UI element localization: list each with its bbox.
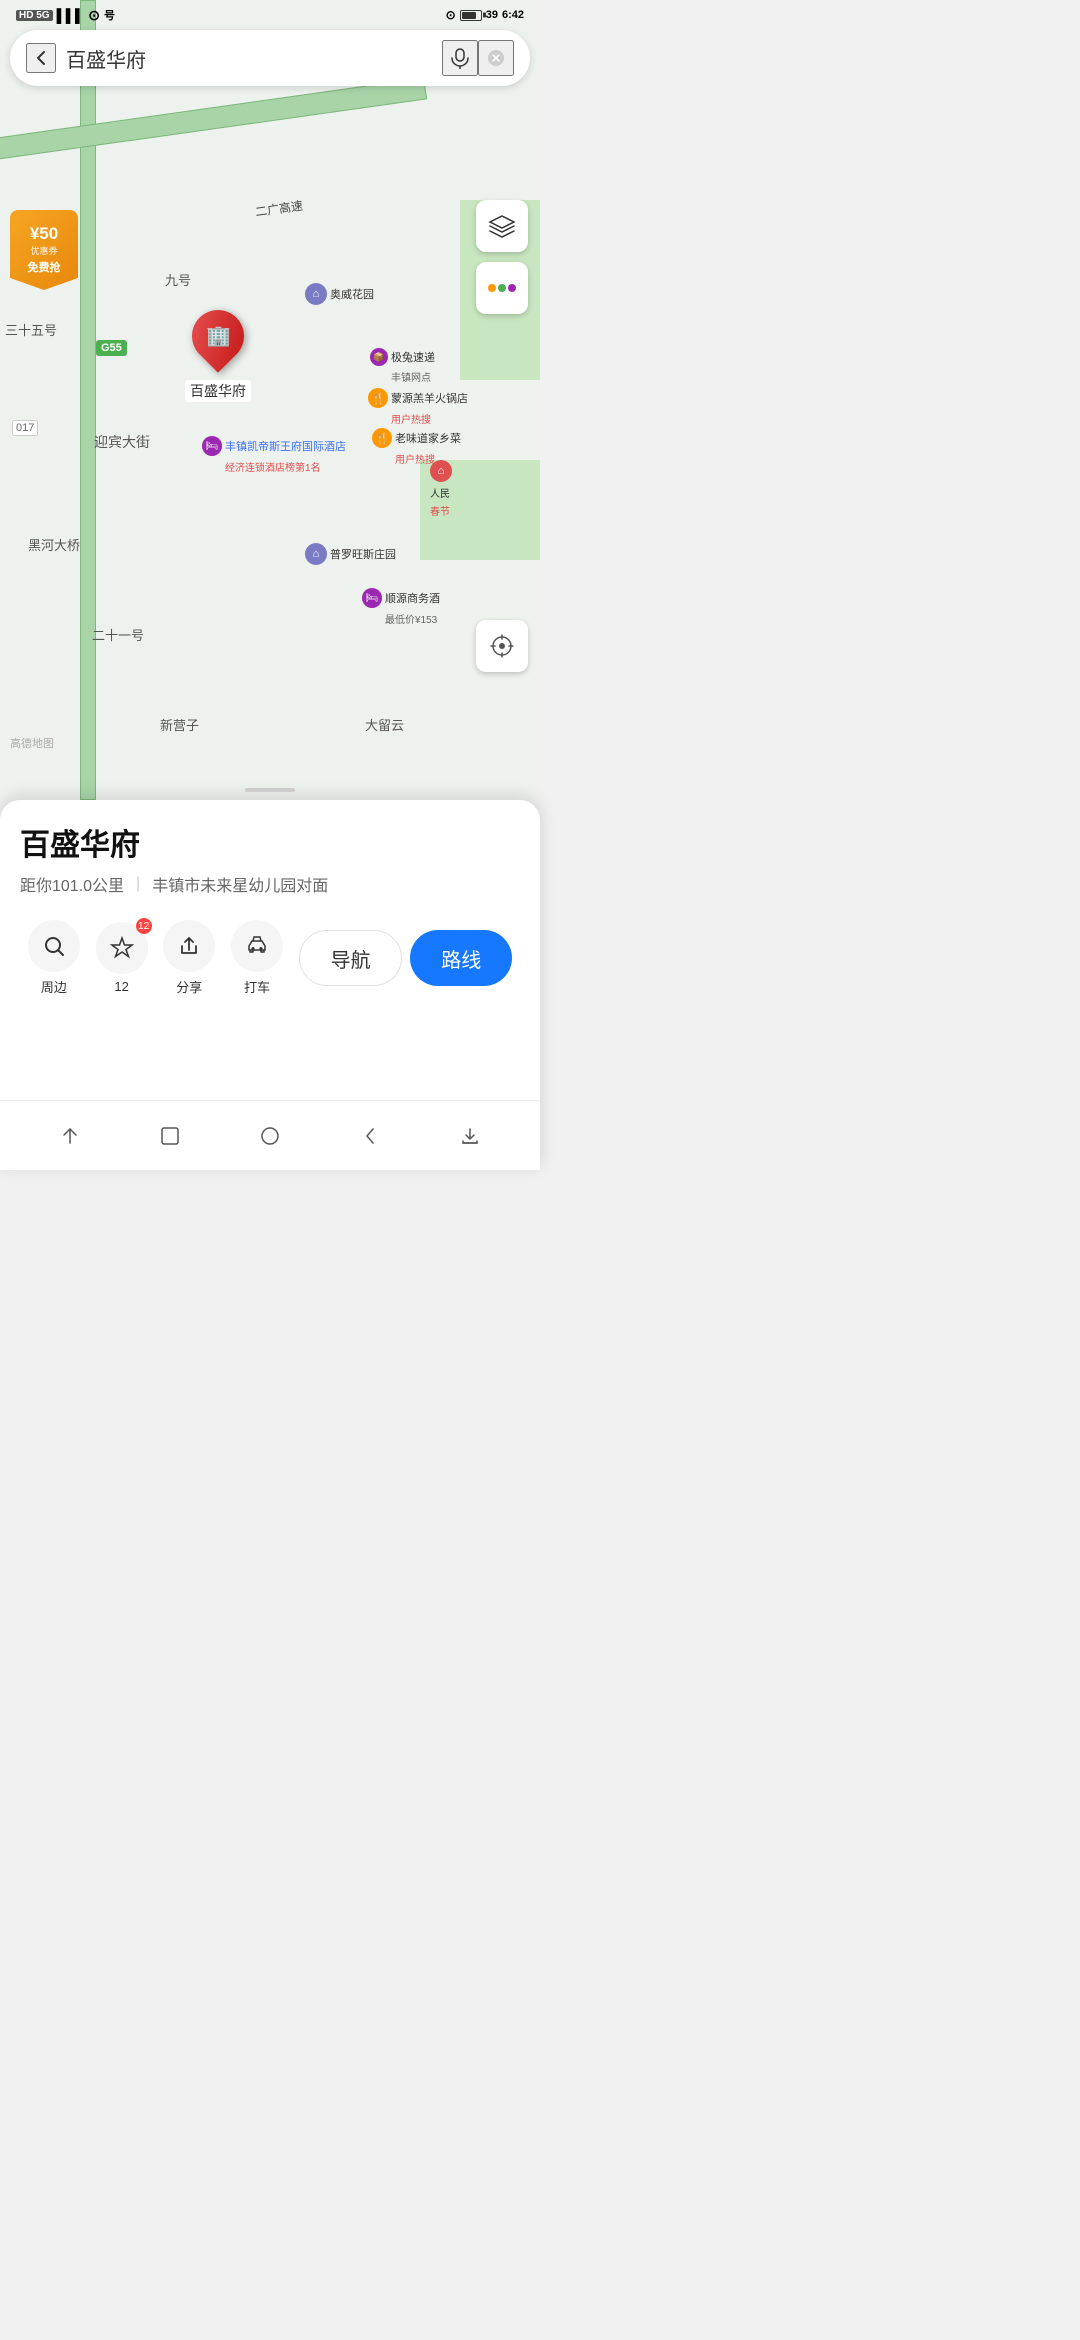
search-input[interactable]: 百盛华府 — [56, 44, 442, 73]
poi-icon-renmin: ⌂ — [430, 460, 452, 482]
poi-icon-kaidi: 🛏 — [202, 436, 222, 456]
bottom-navigation — [0, 1100, 540, 1170]
poi-shunyuan[interactable]: 🛏 顺源商务酒 最低价¥153 — [362, 588, 440, 626]
poi-sub-mengyuan: 用户热搜 — [391, 411, 431, 426]
map-location-button[interactable] — [476, 620, 528, 672]
time-label: 6:42 — [502, 9, 524, 21]
map-area[interactable]: 四十号 九号 二广高速 三十五号 迎宾大街 黑河大桥 二十一号 新营子 大留云 … — [0, 0, 540, 800]
poi-kaidiswangfu[interactable]: 🛏 丰镇凯帝斯王府国际酒店 经济连锁酒店榜第1名 — [202, 436, 346, 474]
signal-icon: ▌▌▌ — [57, 8, 85, 23]
nav-download-button[interactable] — [445, 1111, 495, 1161]
poi-icon-laoweidao: 🍴 — [372, 428, 392, 448]
poi-sub-renmin: 春节 — [430, 503, 450, 518]
poi-icon-aoweihuayuan: ⌂ — [305, 283, 327, 305]
nearby-icon — [28, 920, 80, 972]
poi-text-laoweidao: 老味道家乡菜 — [395, 430, 461, 446]
poi-text-aoweihuayuan: 奥威花园 — [330, 286, 374, 302]
route-button[interactable]: 路线 — [410, 930, 512, 986]
g55-marker: G55 — [96, 340, 127, 356]
road-017-label: 017 — [12, 420, 38, 436]
label-35hao: 三十五号 — [5, 320, 57, 339]
promo-action: 免费抢 — [28, 259, 61, 275]
poi-sub-laoweidao: 用户热搜 — [395, 451, 435, 466]
map-layers-button[interactable] — [476, 200, 528, 252]
share-label: 分享 — [176, 977, 202, 996]
info-divider: | — [136, 875, 140, 893]
poi-icon-jitu: 📦 — [370, 348, 388, 366]
label-xinyingzi: 新营子 — [160, 715, 199, 734]
poi-sub-jitu: 丰镇网点 — [391, 369, 431, 384]
poi-icon-mengyuan: 🍴 — [368, 388, 388, 408]
poi-text-kaidi: 丰镇凯帝斯王府国际酒店 — [225, 438, 346, 454]
nav-home-button[interactable] — [145, 1111, 195, 1161]
poi-text-jitu: 极兔速递 — [391, 349, 435, 365]
status-left: HD 5G ▌▌▌ ⊙ 号 — [16, 7, 115, 24]
nav-back-button[interactable] — [45, 1111, 95, 1161]
poi-sub-kaidi: 经济连锁酒店榜第1名 — [225, 459, 321, 474]
label-9hao: 九号 — [165, 270, 191, 289]
taxi-label: 打车 — [244, 977, 270, 996]
pin-shape: 🏢 — [181, 299, 255, 373]
poi-sub-shunyuan: 最低价¥153 — [385, 611, 437, 626]
map-watermark: 高德地图 — [10, 735, 54, 751]
highway-vertical — [80, 0, 96, 800]
actions-row: 周边 12 12 分享 — [20, 920, 520, 996]
search-back-button[interactable] — [26, 43, 56, 73]
poi-text-puluo: 普罗旺斯庄园 — [330, 546, 396, 562]
navigate-label: 导航 — [331, 944, 371, 973]
voice-button[interactable] — [442, 40, 478, 76]
nearby-label: 周边 — [41, 977, 67, 996]
wifi-icon: ⊙ — [88, 7, 100, 24]
carrier-label: 号 — [104, 7, 115, 23]
map-dots-button[interactable] — [476, 262, 528, 314]
navigate-button[interactable]: 导航 — [299, 930, 403, 986]
place-distance: 距你101.0公里 — [20, 872, 124, 896]
label-yingbin: 迎宾大街 — [94, 432, 150, 452]
place-address: 丰镇市未来星幼儿园对面 — [152, 872, 328, 896]
poi-icon-shunyuan: 🛏 — [362, 588, 382, 608]
star-icon-container: 12 — [96, 922, 148, 974]
poi-puluo[interactable]: ⌂ 普罗旺斯庄园 — [305, 543, 396, 565]
poi-jitu[interactable]: 📦 极兔速递 丰镇网点 — [370, 348, 435, 384]
pin-label: 百盛华府 — [185, 380, 251, 402]
poi-aoweihuayuan[interactable]: ⌂ 奥威花园 — [305, 283, 374, 305]
poi-text-shunyuan: 顺源商务酒 — [385, 590, 440, 606]
star-label: 12 — [114, 979, 128, 994]
poi-renmin[interactable]: ⌂ 人民 春节 — [430, 460, 452, 518]
label-daliuyun: 大留云 — [365, 715, 404, 734]
star-badge: 12 — [136, 918, 152, 934]
location-icon: ⊙ — [446, 8, 456, 22]
status-bar: HD 5G ▌▌▌ ⊙ 号 ⊙ 39 6:42 — [0, 0, 540, 30]
action-star[interactable]: 12 12 — [88, 922, 156, 994]
action-taxi[interactable]: 打车 — [223, 920, 291, 996]
label-heihe: 黑河大桥 — [28, 535, 80, 554]
promo-unit: 优惠券 — [30, 244, 57, 257]
route-label: 路线 — [441, 944, 481, 973]
network-label: HD 5G — [16, 10, 53, 21]
poi-text-renmin: 人民 — [430, 485, 450, 500]
taxi-icon — [231, 920, 283, 972]
poi-mengyuan[interactable]: 🍴 蒙源羔羊火锅店 用户热搜 — [368, 388, 468, 426]
battery-label: 39 — [486, 9, 498, 21]
place-title: 百盛华府 — [20, 820, 520, 864]
location-pin[interactable]: 🏢 百盛华府 — [185, 310, 251, 402]
search-bar: 百盛华府 — [10, 30, 530, 86]
place-info-row: 距你101.0公里 | 丰镇市未来星幼儿园对面 — [20, 872, 520, 896]
status-right: ⊙ 39 6:42 — [446, 8, 524, 22]
promo-amount: ¥50 — [30, 225, 58, 244]
poi-text-mengyuan: 蒙源羔羊火锅店 — [391, 390, 468, 406]
nav-recent-button[interactable] — [245, 1111, 295, 1161]
drag-handle — [245, 788, 295, 792]
share-icon — [163, 920, 215, 972]
clear-button[interactable] — [478, 40, 514, 76]
action-nearby[interactable]: 周边 — [20, 920, 88, 996]
pin-building-icon: 🏢 — [206, 324, 231, 349]
battery-icon — [460, 10, 482, 21]
label-21hao: 二十一号 — [92, 625, 144, 644]
action-share[interactable]: 分享 — [155, 920, 223, 996]
poi-icon-puluo: ⌂ — [305, 543, 327, 565]
promo-badge[interactable]: ¥50 优惠券 免费抢 — [10, 210, 78, 290]
nav-prev-button[interactable] — [345, 1111, 395, 1161]
